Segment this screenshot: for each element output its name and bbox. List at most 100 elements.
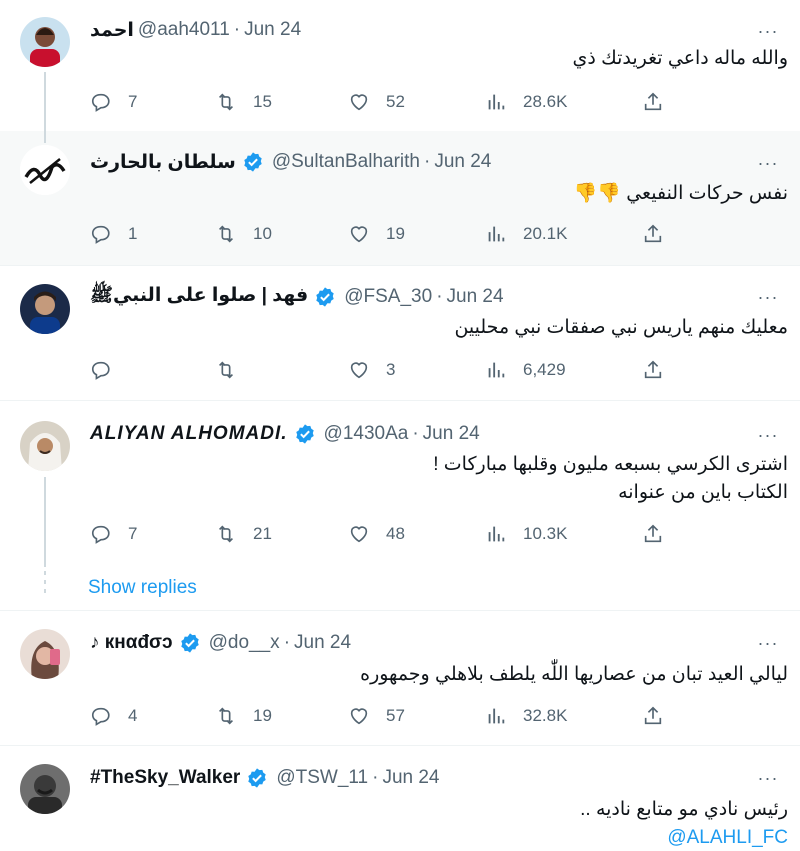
heart-icon: [350, 362, 368, 379]
more-options-icon[interactable]: ···: [756, 426, 780, 444]
retweet-button[interactable]: [215, 359, 253, 381]
views-icon: [488, 526, 505, 542]
tweet-date[interactable]: Jun 24: [447, 286, 504, 308]
user-handle[interactable]: @SultanBalharith: [272, 151, 420, 173]
tweet-2[interactable]: سلطان بالحارث @SultanBalharith · Jun 24 …: [0, 131, 800, 265]
views-button[interactable]: 6,429: [485, 359, 566, 381]
more-options-icon[interactable]: ···: [756, 769, 780, 787]
thread-line: [44, 131, 46, 143]
reply-icon: [91, 707, 110, 726]
verified-badge-icon: [180, 633, 199, 653]
separator: ·: [412, 423, 419, 444]
tweet-6[interactable]: #TheSky_Walker @TSW_11 · Jun 24 ··· رئيس…: [0, 746, 800, 851]
verified-badge-icon: [316, 287, 334, 307]
more-options-icon[interactable]: ···: [756, 288, 780, 306]
display-name[interactable]: احمد: [90, 19, 134, 42]
like-button[interactable]: 19: [348, 223, 405, 245]
display-name[interactable]: #TheSky_Walker: [90, 767, 240, 789]
share-icon: [644, 224, 662, 243]
display-name[interactable]: ALIYAN ALHOMADI.: [90, 423, 288, 445]
tweet-date[interactable]: Jun 24: [244, 19, 301, 41]
verified-badge-icon: [248, 768, 267, 788]
more-options-icon[interactable]: ···: [756, 22, 780, 40]
avatar[interactable]: [20, 764, 70, 814]
share-button[interactable]: [642, 91, 664, 113]
reply-button[interactable]: 1: [90, 223, 137, 245]
share-icon: [644, 92, 662, 111]
avatar[interactable]: [20, 629, 70, 679]
display-name[interactable]: سلطان بالحارث: [90, 151, 236, 174]
tweet-date[interactable]: Jun 24: [382, 767, 439, 789]
verified-badge-icon: [244, 152, 262, 172]
user-handle[interactable]: @aah4011: [138, 19, 230, 41]
like-button[interactable]: 48: [348, 523, 405, 545]
tweet-date[interactable]: Jun 24: [294, 632, 351, 654]
separator: ·: [436, 286, 443, 307]
retweet-button[interactable]: 15: [215, 91, 272, 113]
reply-button[interactable]: 7: [90, 91, 137, 113]
tweet-1[interactable]: احمد @aah4011 · Jun 24 ··· والله ماله دا…: [0, 0, 800, 132]
like-button[interactable]: 52: [348, 91, 405, 113]
more-options-icon[interactable]: ···: [756, 154, 780, 172]
action-bar: 1 10 19 20.1K: [90, 223, 670, 247]
tweet-3[interactable]: فهد | صلوا على النبيﷺ @FSA_30 · Jun 24 ·…: [0, 266, 800, 400]
show-replies-link[interactable]: Show replies: [88, 577, 197, 599]
action-bar: 7 15 52 28.6K: [90, 91, 670, 115]
avatar[interactable]: [20, 17, 70, 67]
share-button[interactable]: [642, 359, 664, 381]
more-options-icon[interactable]: ···: [756, 634, 780, 652]
views-icon: [488, 226, 505, 242]
tweet-date[interactable]: Jun 24: [434, 151, 491, 173]
retweet-icon: [218, 93, 234, 111]
separator: ·: [424, 151, 431, 172]
display-name[interactable]: ♪ кнαđσɔ: [90, 632, 173, 654]
thread-line: [44, 477, 46, 567]
share-icon: [644, 360, 662, 379]
reply-button[interactable]: 4: [90, 705, 137, 727]
thread-line: [44, 72, 46, 132]
views-button[interactable]: 10.3K: [485, 523, 567, 545]
tweet-text: اشترى الكرسي بسبعه مليون وقلبها مباركات …: [433, 454, 788, 503]
retweet-button[interactable]: 19: [215, 705, 272, 727]
reply-icon: [91, 225, 110, 244]
tweet-text: نفس حركات النفيعي 👎👎: [573, 183, 788, 204]
avatar[interactable]: [20, 421, 70, 471]
heart-icon: [350, 94, 368, 111]
display-name[interactable]: فهد | صلوا على النبيﷺ: [90, 283, 308, 311]
views-button[interactable]: 28.6K: [485, 91, 567, 113]
separator: ·: [283, 632, 291, 653]
user-handle[interactable]: @do__x: [209, 632, 280, 654]
reply-icon: [91, 93, 110, 112]
tweet-text: رئيس نادي مو متابع ناديه .. @ALAHLI_FC: [580, 796, 788, 851]
reply-button[interactable]: 7: [90, 523, 137, 545]
retweet-icon: [218, 361, 234, 379]
views-icon: [488, 708, 505, 724]
share-button[interactable]: [642, 523, 664, 545]
share-button[interactable]: [642, 705, 664, 727]
user-handle[interactable]: @FSA_30: [344, 286, 432, 308]
tweet-date[interactable]: Jun 24: [423, 423, 480, 445]
tweet-text: ليالي العيد تبان من عصاريها اللّٰه يلطف …: [360, 664, 788, 685]
user-handle[interactable]: @TSW_11: [276, 767, 368, 789]
mention-link[interactable]: @ALAHLI_FC: [580, 824, 788, 851]
separator: ·: [372, 767, 379, 788]
user-handle[interactable]: @1430Aa: [324, 423, 409, 445]
retweet-button[interactable]: 21: [215, 523, 272, 545]
views-button[interactable]: 20.1K: [485, 223, 567, 245]
reply-icon: [91, 361, 110, 380]
share-icon: [644, 524, 662, 543]
tweet-5[interactable]: ♪ кнαđσɔ @do__x · Jun 24 ··· ليالي العيد…: [0, 611, 800, 745]
views-icon: [488, 362, 505, 378]
views-button[interactable]: 32.8K: [485, 705, 567, 727]
share-button[interactable]: [642, 223, 664, 245]
reply-icon: [91, 525, 110, 544]
retweet-button[interactable]: 10: [215, 223, 272, 245]
heart-icon: [350, 526, 368, 543]
avatar[interactable]: [20, 284, 70, 334]
avatar[interactable]: [20, 145, 70, 195]
thread-dots: [44, 571, 46, 598]
verified-badge-icon: [295, 424, 314, 444]
reply-button[interactable]: [90, 359, 128, 381]
like-button[interactable]: 3: [348, 359, 395, 381]
like-button[interactable]: 57: [348, 705, 405, 727]
